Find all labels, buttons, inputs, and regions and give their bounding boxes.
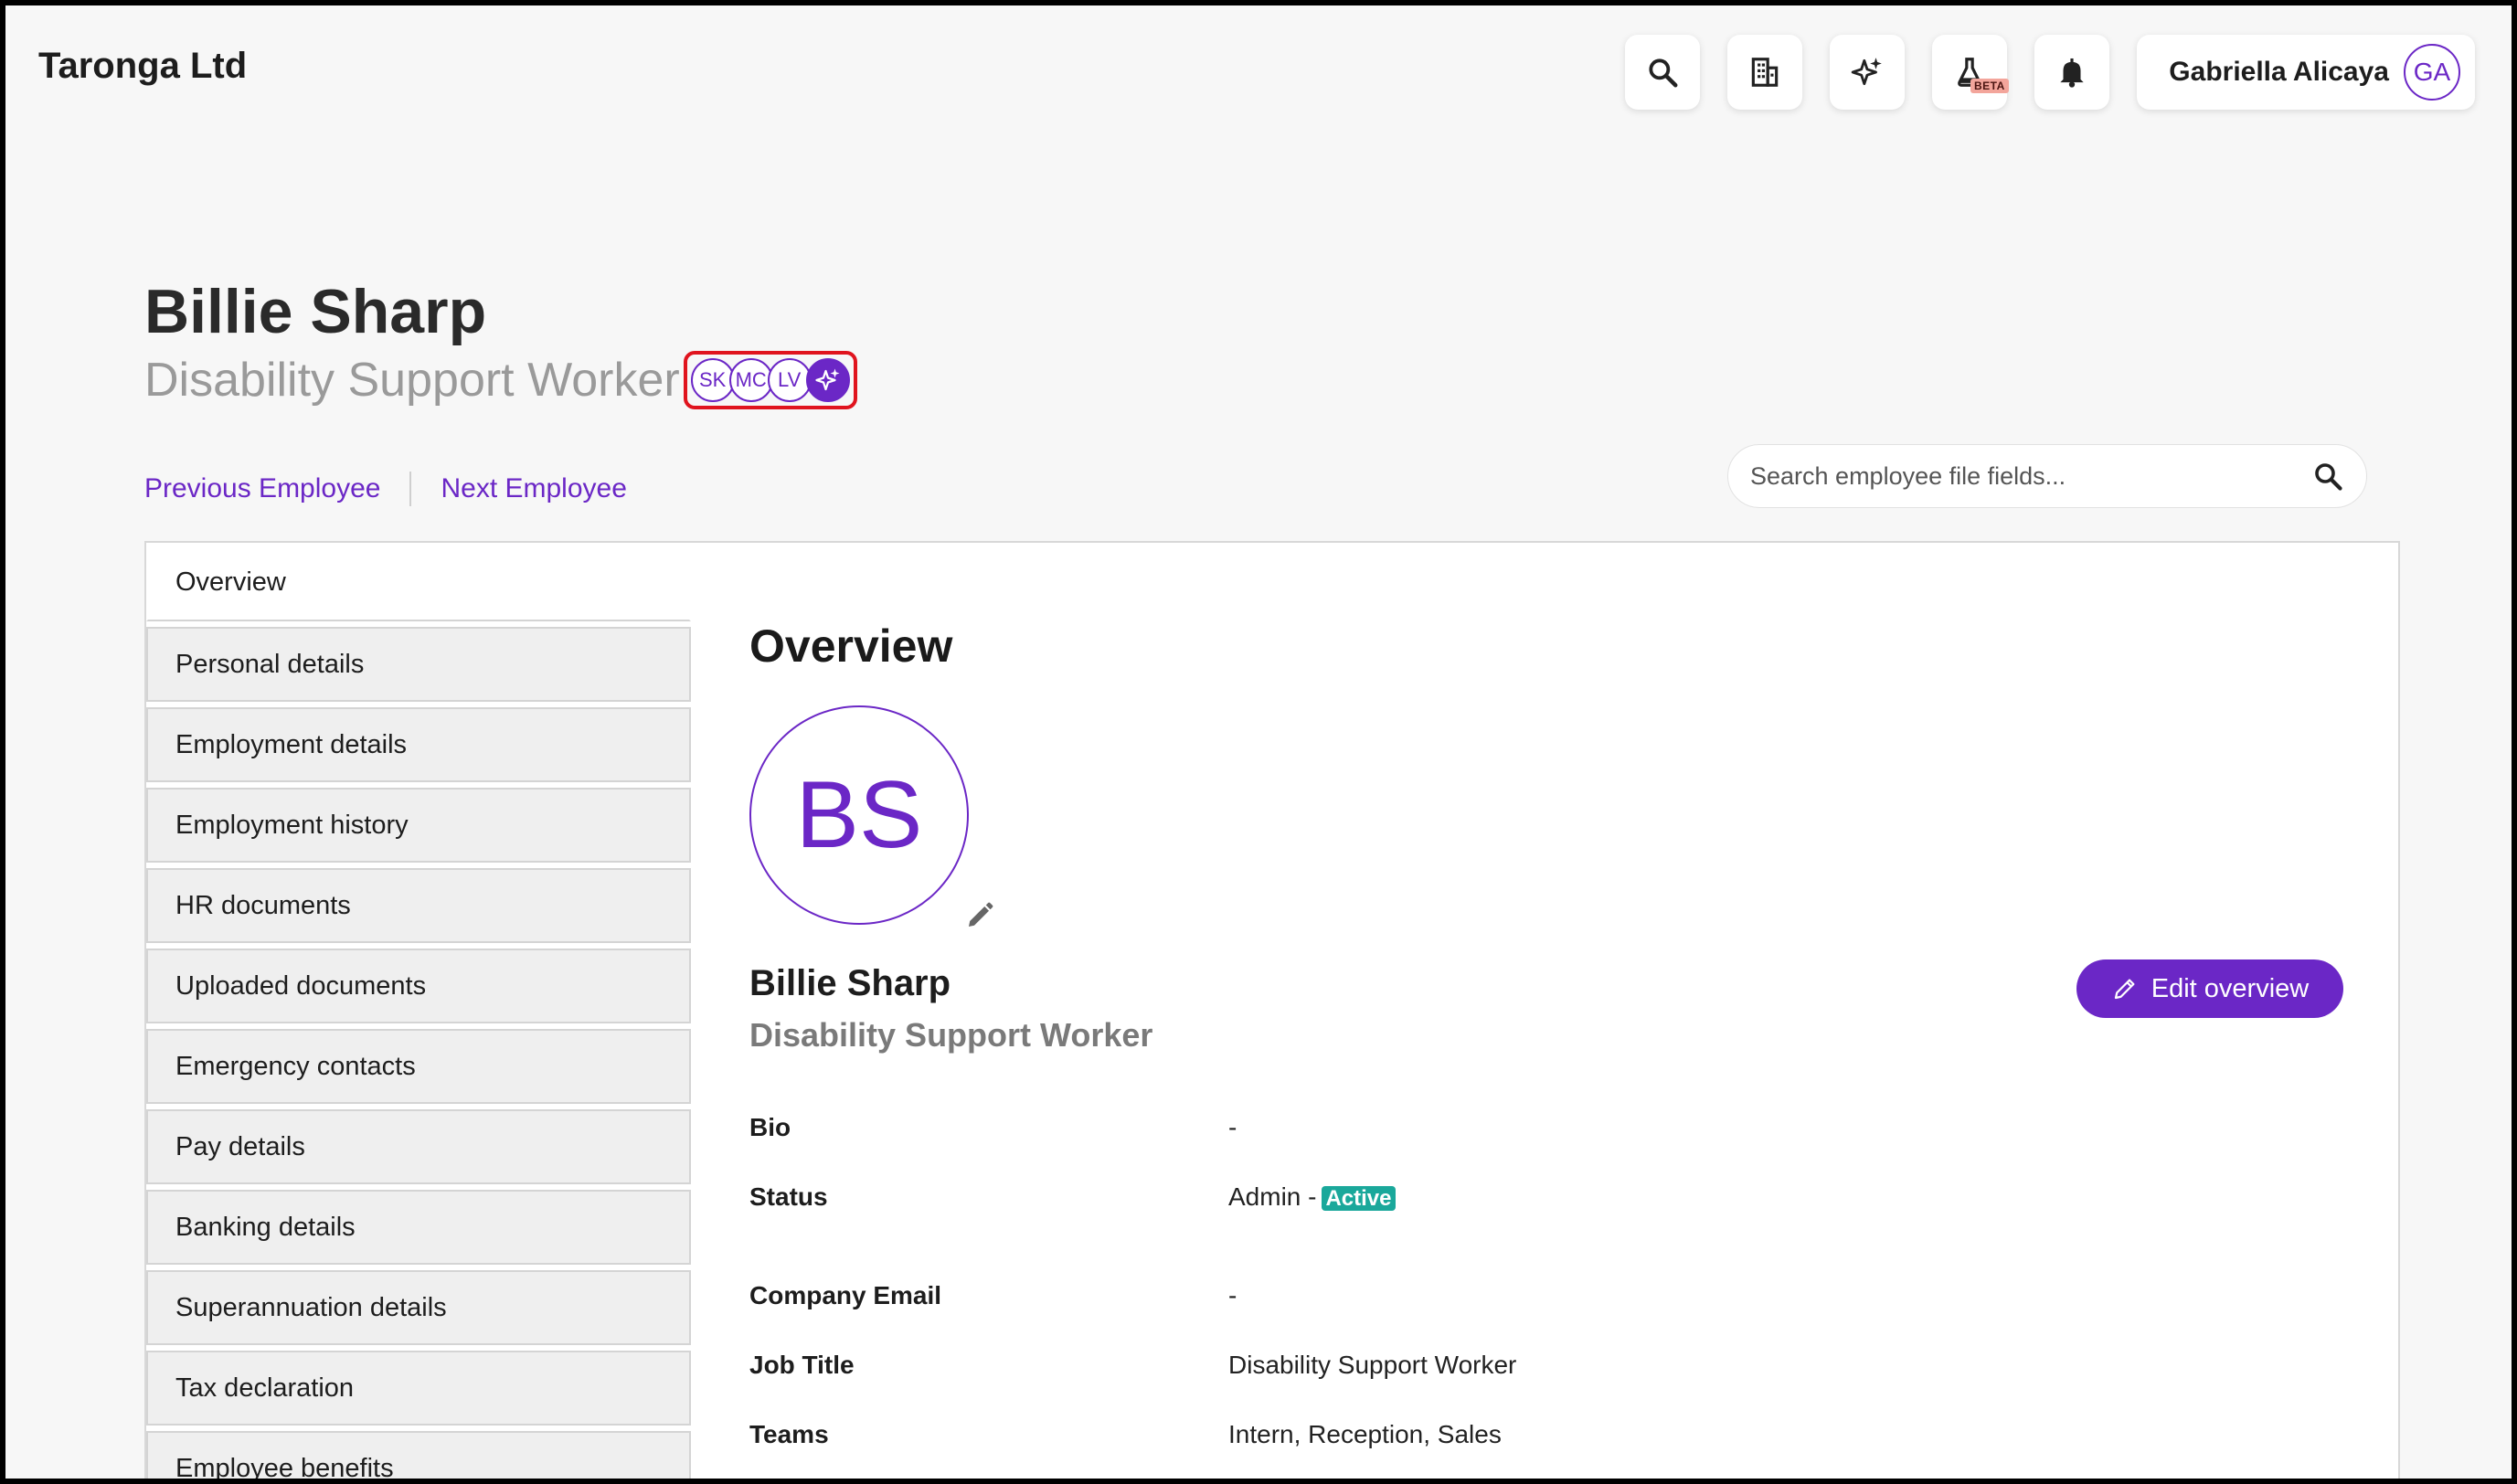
ai-sparkle-avatar[interactable] bbox=[805, 358, 850, 402]
tab-employee-benefits[interactable]: Employee benefits bbox=[146, 1431, 691, 1479]
field-label: Status bbox=[749, 1182, 828, 1211]
tab-emergency-contacts[interactable]: Emergency contacts bbox=[146, 1029, 691, 1104]
previous-employee-link[interactable]: Previous Employee bbox=[144, 473, 380, 504]
tab-pay-details[interactable]: Pay details bbox=[146, 1109, 691, 1184]
organisation-button[interactable] bbox=[1727, 35, 1802, 110]
tab-employment-history[interactable]: Employment history bbox=[146, 788, 691, 863]
section-title: Overview bbox=[749, 620, 953, 672]
search-button[interactable] bbox=[1625, 35, 1700, 110]
field-value: Disability Support Worker bbox=[1228, 1351, 1517, 1379]
building-icon bbox=[1751, 58, 1779, 87]
edit-overview-button[interactable]: Edit overview bbox=[2076, 959, 2343, 1018]
user-menu[interactable]: Gabriella Alicaya GA bbox=[2137, 35, 2475, 110]
notifications-button[interactable] bbox=[2034, 35, 2109, 110]
field-value: Intern, Reception, Sales bbox=[1228, 1420, 1502, 1448]
field-value: - bbox=[1228, 1281, 1237, 1309]
edit-overview-label: Edit overview bbox=[2151, 973, 2310, 1003]
collaborator-avatar[interactable]: MC bbox=[728, 358, 773, 402]
beta-badge: BETA bbox=[1970, 79, 2009, 93]
field-label: Company Email bbox=[749, 1281, 942, 1309]
sparkle-icon bbox=[815, 368, 840, 391]
tab-personal-details[interactable]: Personal details bbox=[146, 627, 691, 702]
bell-icon bbox=[2060, 58, 2084, 88]
tab-tax-declaration[interactable]: Tax declaration bbox=[146, 1351, 691, 1426]
sparkle-icon bbox=[1851, 58, 1882, 86]
user-name: Gabriella Alicaya bbox=[2169, 57, 2389, 87]
next-employee-link[interactable]: Next Employee bbox=[441, 473, 626, 504]
search-icon bbox=[1649, 58, 1678, 88]
nav-divider bbox=[409, 472, 412, 506]
employee-subtitle: Disability Support Worker SK MC LV bbox=[144, 351, 857, 409]
search-icon[interactable] bbox=[2311, 460, 2344, 493]
user-avatar: GA bbox=[2404, 44, 2460, 101]
tab-hr-documents[interactable]: HR documents bbox=[146, 868, 691, 943]
tab-overview[interactable]: Overview bbox=[146, 543, 691, 621]
field-label: Teams bbox=[749, 1420, 829, 1448]
collaborator-avatar[interactable]: SK bbox=[690, 358, 735, 402]
collaborator-avatars[interactable]: SK MC LV bbox=[683, 351, 857, 409]
app-window: Taronga Ltd BETA Gabriella Alicaya GA Bi… bbox=[5, 5, 2512, 1479]
employee-file-search bbox=[1727, 444, 2367, 508]
edit-avatar-pencil-icon[interactable] bbox=[963, 899, 996, 932]
tab-banking-details[interactable]: Banking details bbox=[146, 1190, 691, 1265]
field-label: Bio bbox=[749, 1113, 791, 1141]
field-value: - bbox=[1228, 1113, 1237, 1141]
overview-name: Billie Sharp bbox=[749, 963, 951, 1003]
tab-employment-details[interactable]: Employment details bbox=[146, 707, 691, 782]
company-name: Taronga Ltd bbox=[38, 46, 248, 86]
field-label: Job Title bbox=[749, 1351, 855, 1379]
pencil-icon bbox=[2114, 979, 2135, 1000]
employee-navigation: Previous Employee Next Employee bbox=[144, 472, 627, 506]
top-toolbar: BETA bbox=[1625, 35, 2109, 110]
collaborator-avatar[interactable]: LV bbox=[767, 358, 812, 402]
employee-role: Disability Support Worker bbox=[144, 354, 680, 407]
search-input[interactable] bbox=[1750, 461, 2311, 491]
labs-button[interactable]: BETA bbox=[1932, 35, 2009, 110]
employee-file-panel: Overview Personal details Employment det… bbox=[144, 541, 2400, 1479]
tab-superannuation-details[interactable]: Superannuation details bbox=[146, 1270, 691, 1345]
section-tabs: Overview Personal details Employment det… bbox=[146, 543, 691, 1479]
status-value-group: Admin - Active bbox=[1228, 1182, 1396, 1212]
status-badge: Active bbox=[1322, 1186, 1396, 1211]
page-title: Billie Sharp bbox=[144, 277, 487, 346]
overview-role: Disability Support Worker bbox=[749, 1016, 1153, 1054]
tab-uploaded-documents[interactable]: Uploaded documents bbox=[146, 949, 691, 1023]
field-value: Admin - bbox=[1228, 1182, 1317, 1211]
employee-avatar: BS bbox=[749, 705, 969, 925]
ai-assistant-button[interactable] bbox=[1830, 35, 1905, 110]
